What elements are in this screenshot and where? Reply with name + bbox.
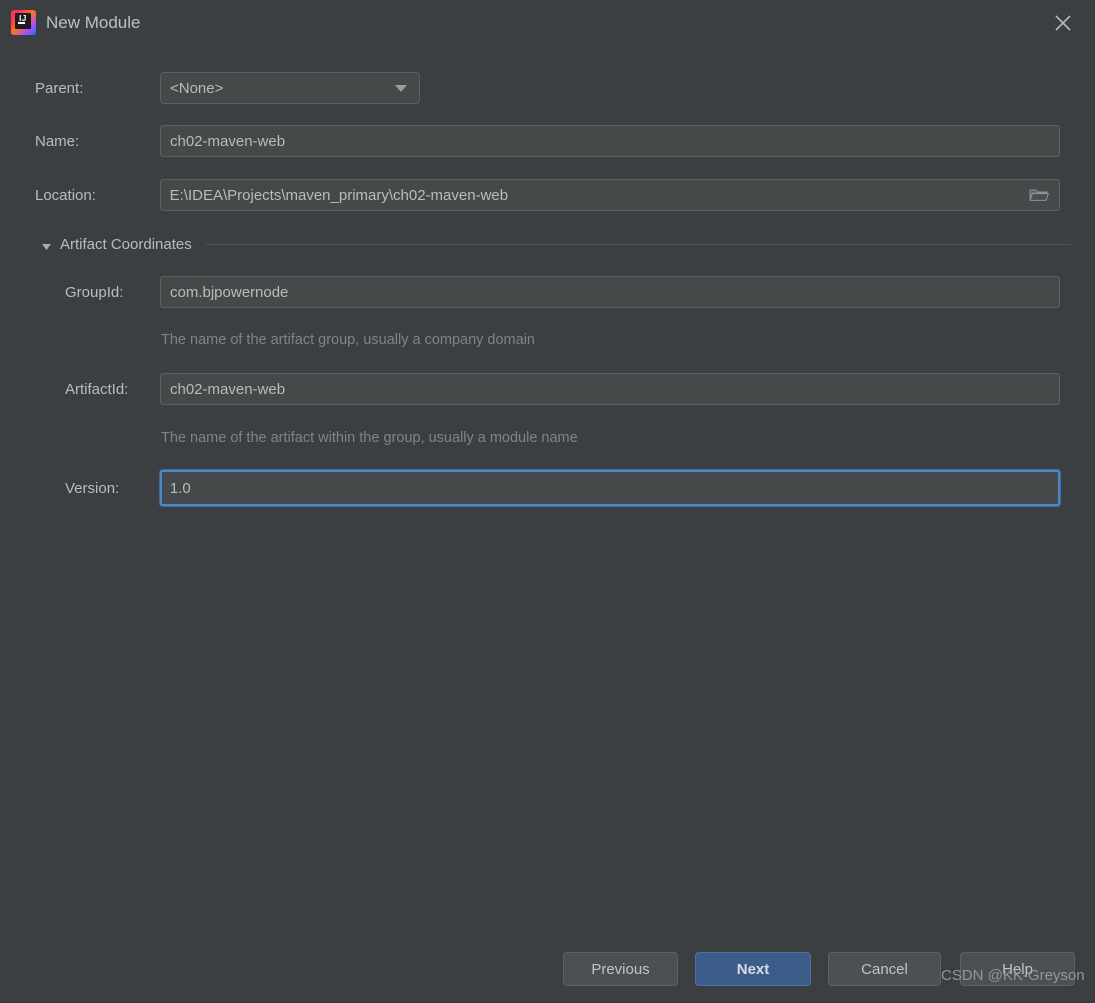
parent-dropdown-value: <None> — [170, 79, 224, 97]
name-label: Name: — [35, 132, 80, 150]
close-icon[interactable] — [1049, 10, 1077, 36]
location-input[interactable]: E:\IDEA\Projects\maven_primary\ch02-mave… — [159, 179, 1060, 211]
logo-ij-text: IJ — [15, 13, 31, 29]
artifact-id-label: ArtifactId: — [65, 380, 129, 398]
group-id-row: GroupId: com.bjpowernode — [65, 276, 1060, 308]
artifact-coordinates-title: Artifact Coordinates — [60, 236, 192, 253]
group-id-input[interactable]: com.bjpowernode — [160, 276, 1060, 308]
triangle-down-icon[interactable] — [41, 239, 52, 250]
group-id-hint: The name of the artifact group, usually … — [161, 332, 535, 348]
dialog-title: New Module — [46, 13, 141, 32]
name-input-value: ch02-maven-web — [170, 132, 286, 150]
version-row: Version: 1.0 — [65, 470, 1060, 506]
version-input-value: 1.0 — [169, 479, 191, 497]
cancel-button[interactable]: Cancel — [828, 952, 941, 986]
artifact-id-input[interactable]: ch02-maven-web — [160, 373, 1060, 405]
group-id-input-value: com.bjpowernode — [170, 283, 289, 301]
artifact-id-hint: The name of the artifact within the grou… — [161, 430, 578, 446]
name-row: Name: ch02-maven-web — [35, 125, 1060, 157]
artifact-id-input-value: ch02-maven-web — [170, 380, 286, 398]
name-input[interactable]: ch02-maven-web — [160, 125, 1060, 157]
section-divider — [205, 244, 1071, 245]
dialog-title-bar: IJ New Module — [0, 0, 1095, 45]
artifact-coordinates-section-header[interactable]: Artifact Coordinates — [41, 236, 1071, 253]
chevron-down-icon — [392, 73, 410, 103]
location-label: Location: — [35, 186, 96, 204]
version-input[interactable]: 1.0 — [159, 470, 1060, 506]
version-label: Version: — [65, 479, 120, 497]
parent-row: Parent: <None> — [35, 72, 1060, 104]
folder-icon[interactable] — [1028, 187, 1050, 203]
location-input-value: E:\IDEA\Projects\maven_primary\ch02-mave… — [169, 186, 509, 204]
parent-label: Parent: — [35, 79, 84, 97]
previous-button[interactable]: Previous — [563, 952, 678, 986]
next-button[interactable]: Next — [695, 952, 811, 986]
parent-dropdown[interactable]: <None> — [160, 72, 420, 104]
artifact-id-row: ArtifactId: ch02-maven-web — [65, 373, 1060, 405]
location-row: Location: E:\IDEA\Projects\maven_primary… — [35, 179, 1060, 211]
help-button[interactable]: Help — [960, 952, 1075, 986]
logo-underline — [18, 22, 25, 24]
intellij-idea-logo-icon: IJ — [11, 10, 36, 35]
group-id-label: GroupId: — [65, 283, 124, 301]
